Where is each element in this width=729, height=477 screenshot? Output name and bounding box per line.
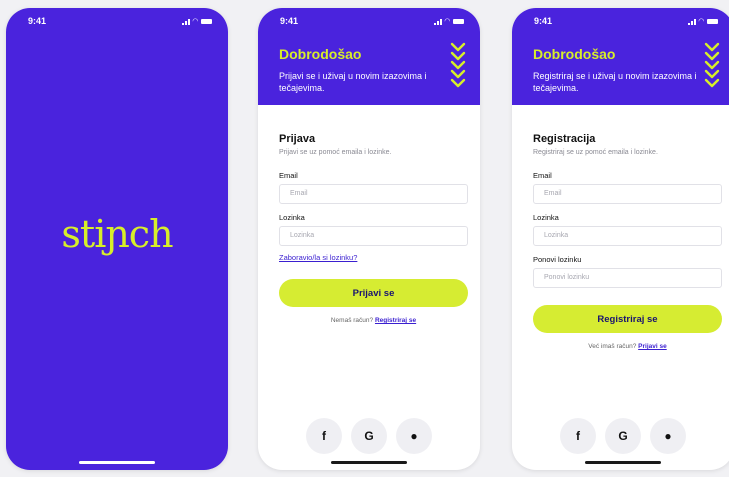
register-button[interactable]: Registriraj se (533, 305, 722, 333)
apple-button[interactable]: ● (650, 418, 686, 454)
form-title: Prijava (279, 133, 316, 145)
splash-screen: 9:41 ◠ stiɲch (6, 8, 228, 470)
form-title: Registracija (533, 133, 596, 145)
signal-icon (687, 18, 696, 25)
apple-icon: ● (410, 429, 418, 443)
forgot-password-link[interactable]: Zaboravio/la si lozinku? (279, 253, 468, 262)
status-bar: 9:41 ◠ (6, 8, 228, 34)
facebook-icon: f (576, 429, 580, 443)
login-button[interactable]: Prijavi se (279, 279, 468, 307)
login-screen: 9:41 ◠ Dobrodošao Prijavi se i uživaj u … (258, 8, 480, 470)
signal-icon (433, 18, 442, 25)
password-field[interactable]: Lozinka (279, 226, 468, 246)
battery-icon (707, 18, 718, 24)
social-login: f G ● (512, 418, 729, 454)
status-bar: 9:41 ◠ (512, 8, 729, 34)
register-prompt: Nemaš račun? Registriraj se (279, 317, 468, 324)
home-indicator (79, 461, 155, 464)
header-title: Dobrodošao (533, 46, 616, 62)
status-time: 9:41 (28, 16, 47, 26)
login-link[interactable]: Prijavi se (638, 343, 667, 350)
register-link[interactable]: Registriraj se (375, 317, 416, 324)
status-time: 9:41 (534, 16, 553, 26)
form-subtitle: Registriraj se uz pomoć emaila i lozinke… (533, 149, 658, 156)
login-form: Prijava Prijavi se uz pomoć emaila i loz… (279, 133, 468, 324)
register-form: Registracija Registriraj se uz pomoć ema… (533, 133, 722, 350)
chevrons-icon (450, 42, 466, 88)
wifi-icon: ◠ (698, 18, 704, 25)
status-time: 9:41 (280, 16, 299, 26)
repeat-password-field[interactable]: Ponovi lozinku (533, 268, 722, 288)
header-subtitle: Prijavi se i uživaj u novim izazovima i … (279, 71, 427, 93)
header-title: Dobrodošao (279, 46, 362, 62)
facebook-button[interactable]: f (560, 418, 596, 454)
apple-button[interactable]: ● (396, 418, 432, 454)
home-indicator (331, 461, 407, 464)
form-subtitle: Prijavi se uz pomoć emaila i lozinke. (279, 149, 392, 156)
wifi-icon: ◠ (192, 18, 198, 25)
welcome-header: 9:41 ◠ Dobrodošao Prijavi se i uživaj u … (258, 8, 480, 105)
email-field[interactable]: Email (279, 184, 468, 204)
email-label: Email (533, 171, 552, 180)
password-field[interactable]: Lozinka (533, 226, 722, 246)
apple-icon: ● (664, 429, 672, 443)
social-login: f G ● (258, 418, 480, 454)
password-label: Lozinka (533, 213, 559, 222)
password-label: Lozinka (279, 213, 305, 222)
status-bar: 9:41 ◠ (258, 8, 480, 34)
login-prompt: Već imaš račun? Prijavi se (533, 343, 722, 350)
facebook-button[interactable]: f (306, 418, 342, 454)
home-indicator (585, 461, 661, 464)
google-icon: G (618, 429, 628, 443)
google-button[interactable]: G (351, 418, 387, 454)
battery-icon (201, 18, 212, 24)
stitch-logo: stiɲch (61, 212, 173, 256)
battery-icon (453, 18, 464, 24)
facebook-icon: f (322, 429, 326, 443)
wifi-icon: ◠ (444, 18, 450, 25)
repeat-password-label: Ponovi lozinku (533, 255, 582, 264)
login-prompt-text: Već imaš račun? (588, 343, 637, 350)
signal-icon (181, 18, 190, 25)
google-icon: G (364, 429, 374, 443)
email-label: Email (279, 171, 298, 180)
header-subtitle: Registriraj se i uživaj u novim izazovim… (533, 71, 697, 93)
email-field[interactable]: Email (533, 184, 722, 204)
chevrons-icon (704, 42, 720, 88)
welcome-header: 9:41 ◠ Dobrodošao Registriraj se i uživa… (512, 8, 729, 105)
register-prompt-text: Nemaš račun? (330, 317, 374, 324)
register-screen: 9:41 ◠ Dobrodošao Registriraj se i uživa… (512, 8, 729, 470)
google-button[interactable]: G (605, 418, 641, 454)
